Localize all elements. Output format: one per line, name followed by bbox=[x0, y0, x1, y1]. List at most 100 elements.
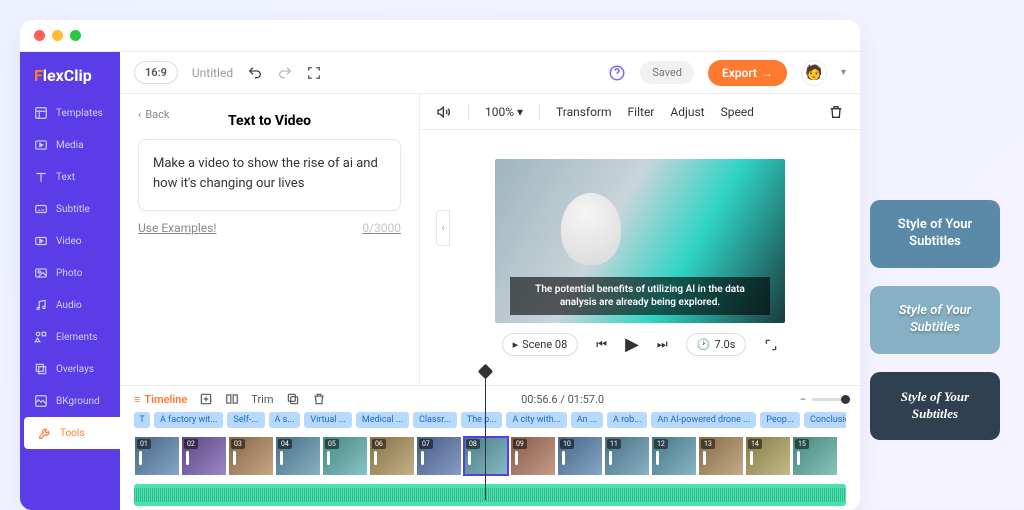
window-minimize[interactable] bbox=[52, 30, 63, 41]
redo-button[interactable] bbox=[277, 65, 293, 81]
video-clip[interactable]: 04 bbox=[275, 436, 321, 476]
aspect-ratio-button[interactable]: 16:9 bbox=[134, 61, 178, 84]
add-button[interactable] bbox=[199, 392, 213, 406]
templates-icon bbox=[34, 106, 48, 120]
copy-button[interactable] bbox=[286, 392, 300, 406]
preview-canvas[interactable]: The potential benefits of utilizing AI i… bbox=[495, 159, 785, 323]
zoom-level[interactable]: 100% ▾ bbox=[485, 105, 523, 119]
subtitle-style-card-1[interactable]: Style of Your Subtitles bbox=[870, 200, 1000, 268]
prompt-input[interactable]: Make a video to show the rise of ai and … bbox=[138, 139, 401, 211]
text-clip[interactable]: A rob... bbox=[607, 412, 647, 428]
video-clip[interactable]: 07 bbox=[416, 436, 462, 476]
duration-button[interactable]: 🕑 7.0s bbox=[686, 333, 747, 356]
sidebar-item-label: Subtitle bbox=[56, 204, 90, 215]
fullscreen-button[interactable] bbox=[307, 66, 321, 80]
text-clip[interactable]: The p... bbox=[461, 412, 503, 428]
project-title[interactable]: Untitled bbox=[192, 66, 233, 80]
video-clip[interactable]: 14 bbox=[745, 436, 791, 476]
video-clip[interactable]: 10 bbox=[557, 436, 603, 476]
sidebar-item-subtitle[interactable]: Subtitle bbox=[20, 193, 120, 225]
subtitle-icon bbox=[34, 202, 48, 216]
background-icon bbox=[34, 394, 48, 408]
export-button[interactable]: Export → bbox=[708, 60, 787, 86]
elements-icon bbox=[34, 330, 48, 344]
sidebar-item-tools[interactable]: Tools bbox=[24, 417, 120, 449]
sidebar-item-label: Tools bbox=[60, 428, 84, 439]
text-clip[interactable]: A city with... bbox=[506, 412, 566, 428]
use-examples-link[interactable]: Use Examples! bbox=[138, 221, 216, 235]
sidebar-item-text[interactable]: Text bbox=[20, 161, 120, 193]
split-button[interactable] bbox=[225, 392, 239, 406]
playhead[interactable] bbox=[485, 370, 486, 500]
subtitle-style-card-3[interactable]: Style of Your Subtitles bbox=[870, 372, 1000, 440]
video-clip[interactable]: 12 bbox=[651, 436, 697, 476]
timeline-tab[interactable]: ≡ Timeline bbox=[134, 393, 187, 406]
delete-clip-button[interactable] bbox=[312, 392, 326, 406]
text-clip[interactable]: Conclusio... bbox=[804, 412, 846, 428]
text-clip[interactable]: Self-... bbox=[227, 412, 264, 428]
text-track[interactable]: TA factory wit...Self-... A s...Virtual .… bbox=[134, 412, 846, 428]
video-clip[interactable]: 13 bbox=[698, 436, 744, 476]
audio-track[interactable] bbox=[134, 484, 846, 506]
scene-button[interactable]: ▸ Scene 08 bbox=[502, 333, 579, 356]
play-button[interactable]: ▶ bbox=[625, 334, 639, 355]
zoom-slider[interactable] bbox=[812, 398, 846, 401]
sidebar-item-video[interactable]: Video bbox=[20, 225, 120, 257]
speed-button[interactable]: Speed bbox=[721, 105, 754, 119]
zoom-out-button[interactable]: − bbox=[800, 393, 806, 406]
video-clip[interactable]: 15 bbox=[792, 436, 838, 476]
video-track[interactable]: 010203040506070809101112131415 bbox=[134, 436, 846, 476]
undo-button[interactable] bbox=[247, 65, 263, 81]
text-clip[interactable]: An ... bbox=[571, 412, 603, 428]
user-avatar[interactable]: 🧑 bbox=[801, 60, 827, 86]
video-clip[interactable]: 02 bbox=[181, 436, 227, 476]
sidebar-item-label: Elements bbox=[56, 332, 97, 343]
timeline-time: 00:56.6 / 01:57.0 bbox=[338, 393, 788, 406]
video-clip[interactable]: 11 bbox=[604, 436, 650, 476]
video-clip[interactable]: 03 bbox=[228, 436, 274, 476]
sidebar-item-label: Video bbox=[56, 236, 81, 247]
volume-icon[interactable] bbox=[436, 104, 452, 120]
next-button[interactable]: ⏭ bbox=[657, 337, 668, 352]
window-close[interactable] bbox=[34, 30, 45, 41]
sidebar-item-photo[interactable]: Photo bbox=[20, 257, 120, 289]
filter-button[interactable]: Filter bbox=[628, 105, 655, 119]
sidebar-item-bkground[interactable]: BKground bbox=[20, 385, 120, 417]
video-clip[interactable]: 05 bbox=[322, 436, 368, 476]
text-clip[interactable]: Medical ... bbox=[356, 412, 409, 428]
text-clip[interactable]: T bbox=[134, 412, 150, 428]
trim-label[interactable]: Trim bbox=[251, 393, 273, 406]
subtitle-preview: The potential benefits of utilizing AI i… bbox=[510, 277, 770, 315]
sidebar-item-elements[interactable]: Elements bbox=[20, 321, 120, 353]
sidebar-item-overlays[interactable]: Overlays bbox=[20, 353, 120, 385]
prev-button[interactable]: ⏮ bbox=[596, 337, 607, 352]
sidebar-item-label: Audio bbox=[56, 300, 82, 311]
text-clip[interactable]: A factory wit... bbox=[154, 412, 223, 428]
video-clip[interactable]: 08 bbox=[463, 436, 509, 476]
adjust-button[interactable]: Adjust bbox=[670, 105, 704, 119]
text-clip[interactable]: A s... bbox=[269, 412, 301, 428]
window-maximize[interactable] bbox=[70, 30, 81, 41]
sidebar-item-audio[interactable]: Audio bbox=[20, 289, 120, 321]
video-clip[interactable]: 06 bbox=[369, 436, 415, 476]
sidebar-item-templates[interactable]: Templates bbox=[20, 97, 120, 129]
help-button[interactable] bbox=[608, 64, 626, 82]
text-clip[interactable]: Classr... bbox=[413, 412, 457, 428]
sidebar-item-label: Text bbox=[56, 172, 75, 183]
video-clip[interactable]: 01 bbox=[134, 436, 180, 476]
video-clip[interactable]: 09 bbox=[510, 436, 556, 476]
text-clip[interactable]: Virtual ... bbox=[304, 412, 352, 428]
save-status: Saved bbox=[640, 61, 694, 84]
chevron-down-icon[interactable]: ▾ bbox=[841, 67, 846, 78]
subtitle-style-card-2[interactable]: Style of Your Subtitles bbox=[870, 286, 1000, 354]
sidebar-item-label: BKground bbox=[56, 396, 100, 407]
text-clip[interactable]: An AI-powered drone ... bbox=[651, 412, 756, 428]
sidebar-item-media[interactable]: Media bbox=[20, 129, 120, 161]
delete-button[interactable] bbox=[828, 104, 844, 120]
sidebar-item-label: Templates bbox=[56, 108, 103, 119]
transform-button[interactable]: Transform bbox=[556, 105, 612, 119]
overlays-icon bbox=[34, 362, 48, 376]
text-clip[interactable]: Peop... bbox=[760, 412, 800, 428]
expand-button[interactable] bbox=[764, 338, 778, 352]
collapse-panel-button[interactable]: ‹ bbox=[436, 210, 450, 246]
